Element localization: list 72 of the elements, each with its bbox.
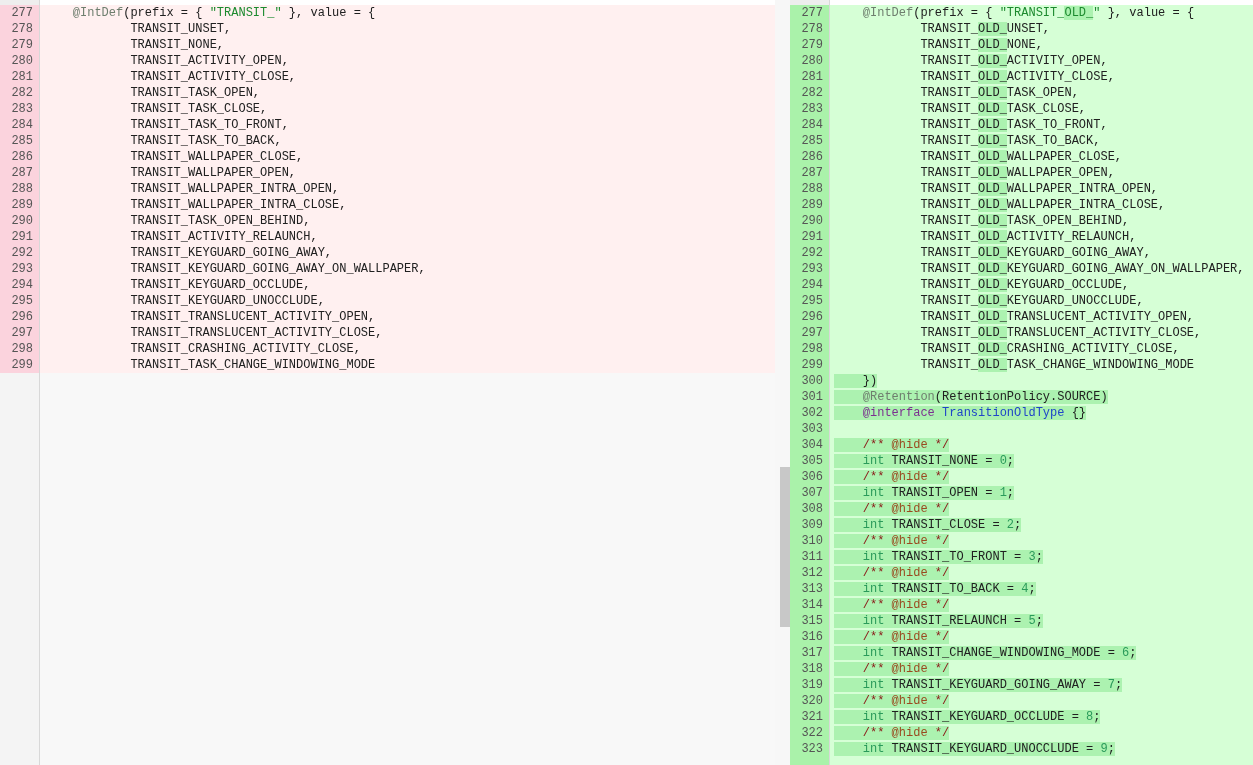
line-number: 291: [790, 229, 830, 245]
line-number: 285: [0, 133, 40, 149]
line-number: 290: [790, 213, 830, 229]
line-number: 302: [790, 405, 830, 421]
line-number: 291: [0, 229, 40, 245]
line-number: 304: [790, 437, 830, 453]
line-number: 287: [0, 165, 40, 181]
line-number: 323: [790, 741, 830, 757]
line-number: 284: [0, 117, 40, 133]
line-number: 294: [790, 277, 830, 293]
line-number: 281: [790, 69, 830, 85]
line-number: 286: [0, 149, 40, 165]
line-number: 316: [790, 629, 830, 645]
line-number: 288: [0, 181, 40, 197]
line-number: 310: [790, 533, 830, 549]
line-number: 290: [0, 213, 40, 229]
line-number: 295: [0, 293, 40, 309]
truncated-line-gutter: [0, 0, 40, 5]
line-number: 283: [0, 101, 40, 117]
line-number: 279: [790, 37, 830, 53]
line-number: 320: [790, 693, 830, 709]
line-number: 305: [790, 453, 830, 469]
line-number: 299: [790, 357, 830, 373]
line-number: 289: [790, 197, 830, 213]
scrollbar-thumb[interactable]: [780, 467, 791, 627]
line-number: 298: [0, 341, 40, 357]
line-number: 280: [0, 53, 40, 69]
line-number: 313: [790, 581, 830, 597]
line-number: 301: [790, 389, 830, 405]
line-number: 287: [790, 165, 830, 181]
line-number: 286: [790, 149, 830, 165]
line-number: 322: [790, 725, 830, 741]
line-number: 306: [790, 469, 830, 485]
line-number: 298: [790, 341, 830, 357]
line-number: 296: [790, 309, 830, 325]
line-number: 277: [790, 5, 830, 21]
line-number: 280: [790, 53, 830, 69]
line-number: 319: [790, 677, 830, 693]
line-number: 293: [0, 261, 40, 277]
line-number: 307: [790, 485, 830, 501]
line-number: 297: [790, 325, 830, 341]
line-number: 299: [0, 357, 40, 373]
line-number: 300: [790, 373, 830, 389]
line-number: 308: [790, 501, 830, 517]
line-number: 277: [0, 5, 40, 21]
line-number: 282: [790, 85, 830, 101]
line-number: 281: [0, 69, 40, 85]
line-number: 292: [0, 245, 40, 261]
line-number: 284: [790, 117, 830, 133]
line-number: 315: [790, 613, 830, 629]
line-number: 278: [790, 21, 830, 37]
line-number: 289: [0, 197, 40, 213]
line-number: 318: [790, 661, 830, 677]
line-number: 282: [0, 85, 40, 101]
line-number: 309: [790, 517, 830, 533]
line-number: 312: [790, 565, 830, 581]
line-number: 292: [790, 245, 830, 261]
line-number: 293: [790, 261, 830, 277]
line-number: 278: [0, 21, 40, 37]
line-number: 317: [790, 645, 830, 661]
line-number: 297: [0, 325, 40, 341]
line-number: 314: [790, 597, 830, 613]
line-number: 311: [790, 549, 830, 565]
line-number: 283: [790, 101, 830, 117]
line-number: 303: [790, 421, 830, 437]
line-number: 288: [790, 181, 830, 197]
line-number: 285: [790, 133, 830, 149]
line-number: 279: [0, 37, 40, 53]
line-number: 321: [790, 709, 830, 725]
line-number: 294: [0, 277, 40, 293]
line-number: 296: [0, 309, 40, 325]
line-number: 295: [790, 293, 830, 309]
